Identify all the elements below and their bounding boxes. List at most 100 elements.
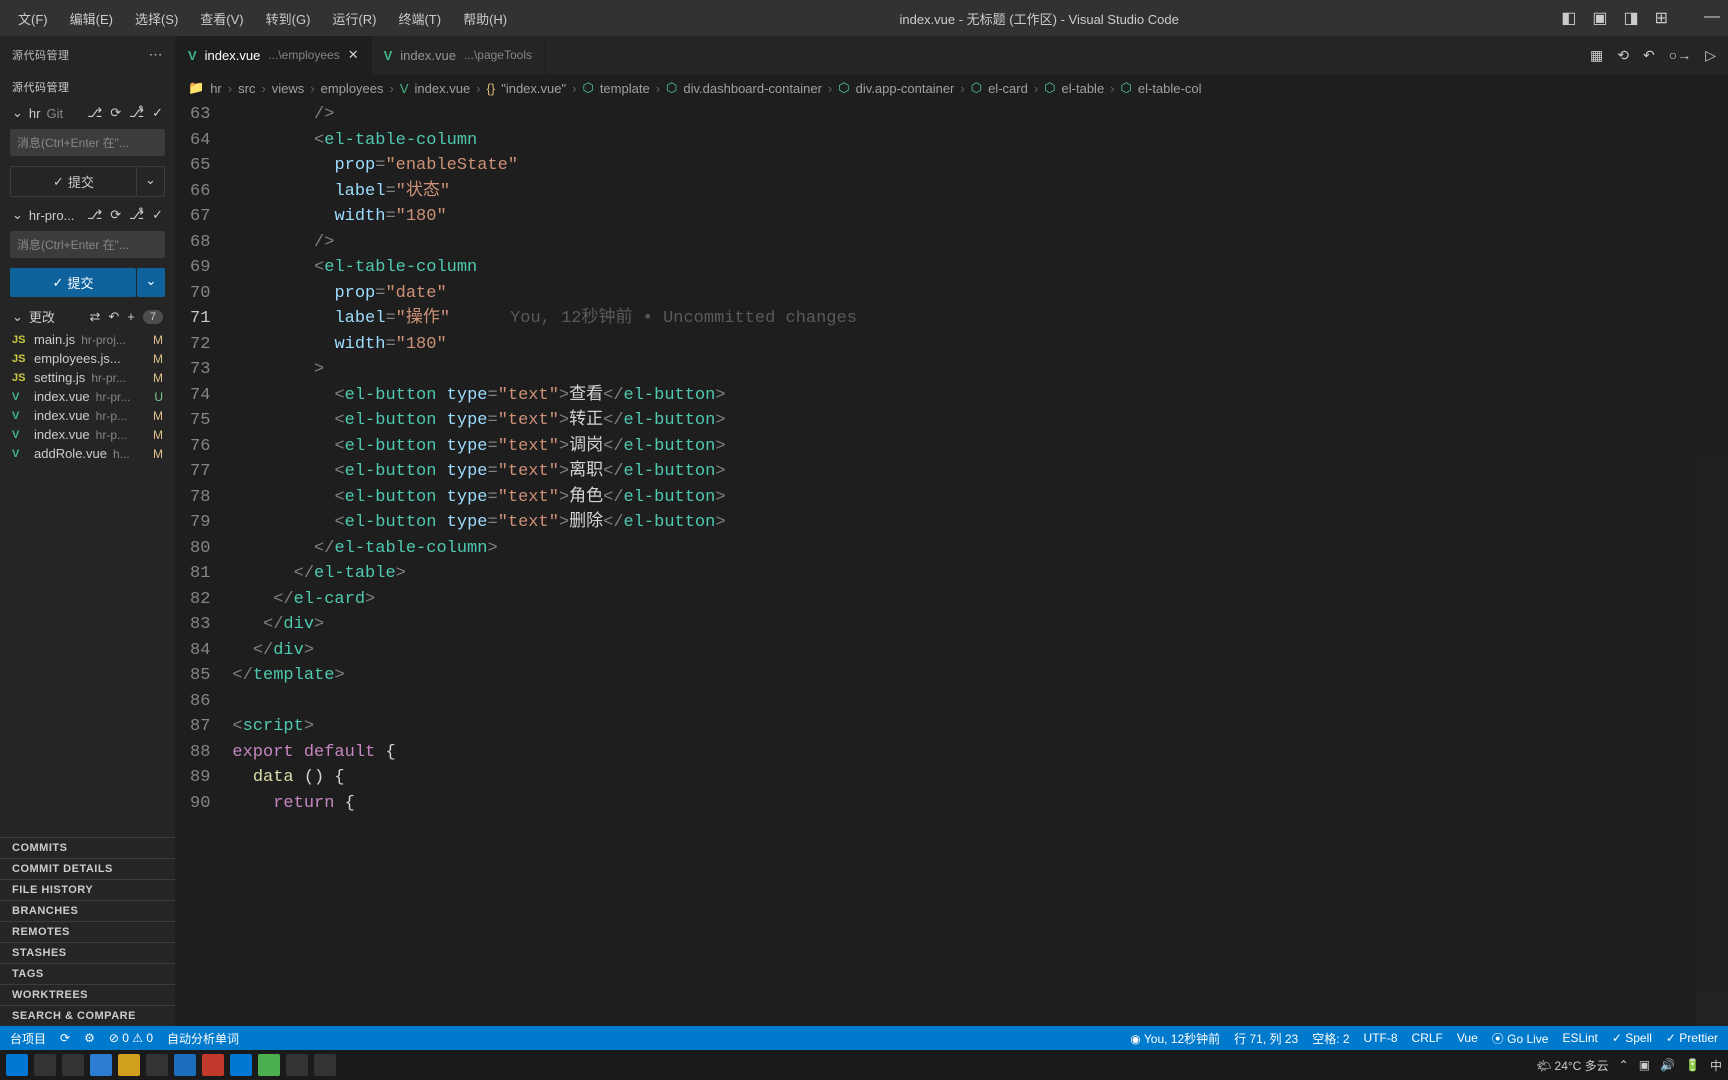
taskbar-app-icon[interactable]: [314, 1054, 336, 1076]
plus-icon[interactable]: +: [127, 309, 135, 324]
weather-widget[interactable]: 🌤 24°C 多云: [1536, 1057, 1609, 1074]
commit-message-input-hr[interactable]: 消息(Ctrl+Enter 在"...: [10, 129, 165, 156]
menu-go[interactable]: 转到(G): [256, 5, 321, 32]
breadcrumb-employees[interactable]: employees: [321, 81, 384, 96]
breadcrumb-appcontainer[interactable]: div.app-container: [856, 81, 955, 96]
status-git[interactable]: ⚙: [84, 1031, 95, 1045]
tab-index-pagetools[interactable]: V index.vue ...\pageTools: [372, 36, 545, 74]
code-line[interactable]: <el-button type="text">删除</el-button>: [232, 510, 1728, 536]
code-line[interactable]: />: [232, 102, 1728, 128]
close-icon[interactable]: ✕: [348, 47, 359, 63]
breadcrumb-indexvue[interactable]: "index.vue": [501, 81, 566, 96]
section-file-history[interactable]: FILE HISTORY: [0, 879, 175, 900]
changed-file-row[interactable]: Vindex.vuehr-pr...U: [0, 387, 175, 406]
code-line[interactable]: label="状态": [232, 179, 1728, 205]
menu-view[interactable]: 查看(V): [190, 5, 253, 32]
breadcrumb-eltable[interactable]: el-table: [1062, 81, 1105, 96]
status-spell[interactable]: ✓ Spell: [1612, 1031, 1652, 1045]
code-line[interactable]: <el-table-column: [232, 128, 1728, 154]
code-line[interactable]: <el-button type="text">转正</el-button>: [232, 408, 1728, 434]
tray-chevron[interactable]: ⌃: [1619, 1058, 1629, 1072]
revert-icon[interactable]: ↶: [1643, 47, 1655, 64]
section-stashes[interactable]: STASHES: [0, 942, 175, 963]
toggle-panel-bottom-icon[interactable]: ▣: [1592, 8, 1607, 28]
status-problems[interactable]: ⊘ 0 ⚠ 0: [109, 1031, 153, 1045]
check-icon[interactable]: ✓: [152, 207, 163, 223]
system-tray[interactable]: 🌤 24°C 多云 ⌃ ▣ 🔊 🔋 中: [1536, 1057, 1722, 1074]
code-line[interactable]: </div>: [232, 612, 1728, 638]
toggle-panel-right-icon[interactable]: ◨: [1623, 8, 1638, 28]
section-search-compare[interactable]: SEARCH & COMPARE: [0, 1005, 175, 1026]
tray-ime[interactable]: 中: [1710, 1057, 1722, 1074]
branch-icon[interactable]: ⎇: [87, 207, 102, 223]
menu-help[interactable]: 帮助(H): [453, 5, 517, 32]
code-line[interactable]: <el-button type="text">角色</el-button>: [232, 485, 1728, 511]
code-line[interactable]: />: [232, 230, 1728, 256]
menu-edit[interactable]: 编辑(E): [60, 5, 123, 32]
menu-file[interactable]: 文(F): [8, 5, 58, 32]
changes-header[interactable]: ⌄ 更改 ⇄ ↶ + 7: [0, 303, 175, 330]
toggle-panel-left-icon[interactable]: ◧: [1561, 8, 1576, 28]
tray-icon[interactable]: 🔊: [1660, 1058, 1675, 1072]
menu-terminal[interactable]: 终端(T): [388, 5, 451, 32]
status-lang[interactable]: Vue: [1457, 1031, 1478, 1045]
taskbar-app-icon[interactable]: [174, 1054, 196, 1076]
code-line[interactable]: <el-button type="text">调岗</el-button>: [232, 434, 1728, 460]
code-line[interactable]: label="操作"You, 12秒钟前 • Uncommitted chang…: [232, 306, 1728, 332]
changed-file-row[interactable]: Vindex.vuehr-p...M: [0, 425, 175, 444]
breadcrumb[interactable]: 📁 hr› src› views› employees› V index.vue…: [176, 74, 1728, 102]
commit-button-hr[interactable]: ✓提交: [10, 166, 137, 197]
tab-index-employees[interactable]: V index.vue ...\employees ✕: [176, 36, 372, 74]
breadcrumb-hr[interactable]: hr: [210, 81, 222, 96]
taskbar-app-icon[interactable]: [90, 1054, 112, 1076]
status-indent[interactable]: 空格: 2: [1312, 1030, 1349, 1047]
undo-icon[interactable]: ⟲: [1617, 47, 1629, 64]
window-minimize-icon[interactable]: —: [1704, 8, 1720, 28]
breadcrumb-elcard[interactable]: el-card: [988, 81, 1028, 96]
code-line[interactable]: [232, 689, 1728, 715]
changed-file-row[interactable]: JSmain.jshr-proj...M: [0, 330, 175, 349]
code-line[interactable]: prop="enableState": [232, 153, 1728, 179]
sidebar-more-icon[interactable]: ⋯: [149, 46, 164, 63]
repo-row-hrpro[interactable]: ⌄ hr-pro... ⎇ ⟳ ⎇̊ ✓: [0, 203, 175, 227]
status-project[interactable]: 台项目: [10, 1030, 46, 1047]
code-line[interactable]: >: [232, 357, 1728, 383]
commit-icon[interactable]: ⎇̊: [129, 207, 144, 223]
check-icon[interactable]: ✓: [152, 105, 163, 121]
breadcrumb-eltablecol[interactable]: el-table-col: [1138, 81, 1202, 96]
code-line[interactable]: <el-table-column: [232, 255, 1728, 281]
status-prettier[interactable]: ✓ Prettier: [1666, 1031, 1718, 1045]
taskbar-app-icon[interactable]: [6, 1054, 28, 1076]
taskbar-app-icon[interactable]: [118, 1054, 140, 1076]
code-line[interactable]: <el-button type="text">查看</el-button>: [232, 383, 1728, 409]
commit-dropdown-hr[interactable]: ⌄: [137, 166, 165, 197]
git-icon[interactable]: ○→: [1669, 47, 1691, 63]
code-line[interactable]: data () {: [232, 765, 1728, 791]
refresh-icon[interactable]: ⟳: [110, 105, 121, 121]
breadcrumb-src[interactable]: src: [238, 81, 255, 96]
status-blame[interactable]: ◉ You, 12秒钟前: [1130, 1030, 1220, 1047]
tray-icon[interactable]: 🔋: [1685, 1058, 1700, 1072]
code-line[interactable]: export default {: [232, 740, 1728, 766]
repo-row-hr[interactable]: ⌄ hr Git ⎇ ⟳ ⎇̊ ✓: [0, 101, 175, 125]
tree-icon[interactable]: ⇄: [89, 309, 100, 325]
taskbar-app-icon[interactable]: [34, 1054, 56, 1076]
code-line[interactable]: <script>: [232, 714, 1728, 740]
code-editor[interactable]: 6364656667686970717273747576777879808182…: [176, 102, 1728, 1026]
scm-section-title[interactable]: 源代码管理: [0, 73, 175, 101]
minimap[interactable]: [1696, 102, 1728, 1026]
code-line[interactable]: </template>: [232, 663, 1728, 689]
tray-icon[interactable]: ▣: [1639, 1058, 1650, 1072]
compare-icon[interactable]: ▦: [1590, 47, 1603, 64]
taskbar-app-icon[interactable]: [202, 1054, 224, 1076]
taskbar-app-icon[interactable]: [230, 1054, 252, 1076]
status-eol[interactable]: CRLF: [1412, 1031, 1443, 1045]
section-remotes[interactable]: REMOTES: [0, 921, 175, 942]
status-sync[interactable]: ⟳: [60, 1031, 70, 1045]
changed-file-row[interactable]: VaddRole.vueh...M: [0, 444, 175, 463]
section-worktrees[interactable]: WORKTREES: [0, 984, 175, 1005]
section-branches[interactable]: BRANCHES: [0, 900, 175, 921]
branch-icon[interactable]: ⎇: [87, 105, 102, 121]
code-line[interactable]: width="180": [232, 332, 1728, 358]
status-auto-analyze[interactable]: 自动分析单词: [167, 1030, 239, 1047]
